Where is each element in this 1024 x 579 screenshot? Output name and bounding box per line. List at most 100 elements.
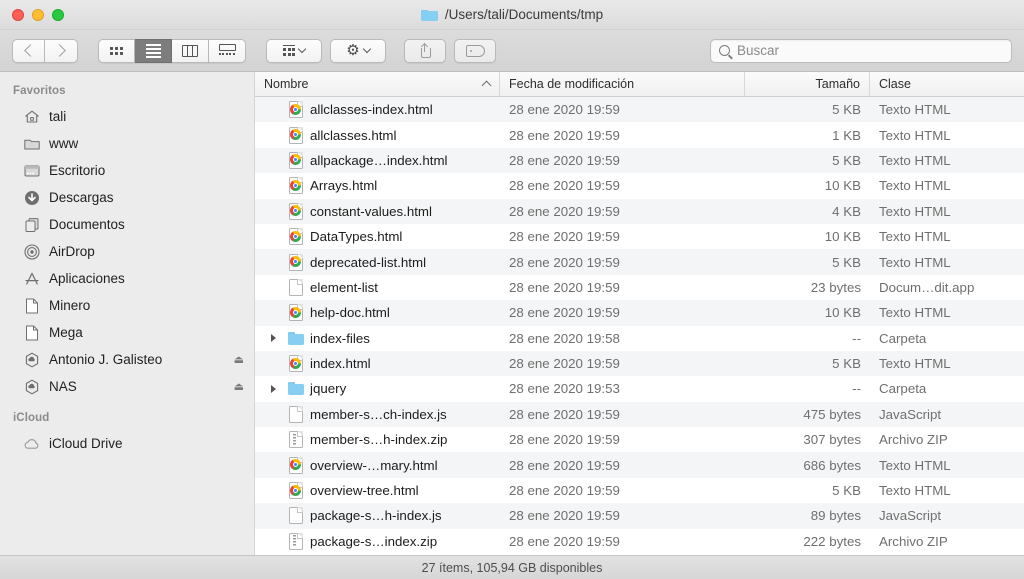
icon-view-button[interactable]: [98, 39, 135, 63]
file-class-cell: JavaScript: [870, 508, 1024, 523]
list-icon: [146, 44, 161, 58]
close-button[interactable]: [12, 9, 24, 21]
file-class-cell: Texto HTML: [870, 229, 1024, 244]
view-mode-segmented-control: [98, 39, 246, 63]
table-row[interactable]: Arrays.html28 ene 2020 19:5910 KBTexto H…: [255, 173, 1024, 198]
disclosure-triangle[interactable]: [265, 334, 281, 342]
file-name-label: allclasses.html: [310, 128, 396, 143]
file-date-cell: 28 ene 2020 19:59: [500, 153, 745, 168]
sidebar-item-label: Mega: [49, 325, 83, 340]
table-row[interactable]: index-files28 ene 2020 19:58--Carpeta: [255, 326, 1024, 351]
action-gear-button[interactable]: ⚙: [330, 39, 386, 63]
file-class-cell: Carpeta: [870, 381, 1024, 396]
file-name-label: index-files: [310, 331, 370, 346]
table-row[interactable]: member-s…ch-index.js28 ene 2020 19:59475…: [255, 402, 1024, 427]
sidebar-item-nas[interactable]: NAS ⏏: [0, 373, 254, 400]
file-name-cell: Arrays.html: [255, 177, 500, 195]
table-row[interactable]: allpackage…index.html28 ene 2020 19:595 …: [255, 148, 1024, 173]
sidebar-item-antonio-j-galisteo[interactable]: Antonio J. Galisteo ⏏: [0, 346, 254, 373]
gear-icon: ⚙: [346, 43, 359, 58]
table-row[interactable]: allclasses.html28 ene 2020 19:591 KBText…: [255, 122, 1024, 147]
table-row[interactable]: help-doc.html28 ene 2020 19:5910 KBTexto…: [255, 300, 1024, 325]
sidebar-item-tali[interactable]: tali: [0, 103, 254, 130]
share-button[interactable]: [404, 39, 446, 63]
sidebar-item-www[interactable]: www: [0, 130, 254, 157]
table-row[interactable]: package-s…index.zip28 ene 2020 19:59222 …: [255, 529, 1024, 554]
tags-button[interactable]: [454, 39, 496, 63]
window-controls: [0, 9, 64, 21]
eject-icon[interactable]: ⏏: [234, 353, 244, 366]
file-date-cell: 28 ene 2020 19:59: [500, 407, 745, 422]
document-icon: [287, 278, 304, 296]
file-date-cell: 28 ene 2020 19:59: [500, 432, 745, 447]
sidebar-item-label: AirDrop: [49, 244, 95, 259]
table-row[interactable]: deprecated-list.html28 ene 2020 19:595 K…: [255, 249, 1024, 274]
eject-icon[interactable]: ⏏: [234, 380, 244, 393]
maximize-button[interactable]: [52, 9, 64, 21]
column-view-button[interactable]: [172, 39, 209, 63]
chrome-html-icon: [287, 482, 304, 500]
search-field[interactable]: Buscar: [710, 39, 1012, 63]
file-name-label: overview-…mary.html: [310, 458, 438, 473]
sidebar-item-label: www: [49, 136, 78, 151]
documents-icon: [23, 216, 40, 233]
file-date-cell: 28 ene 2020 19:59: [500, 178, 745, 193]
grid-icon: [110, 47, 123, 55]
sidebar-item-descargas[interactable]: Descargas: [0, 184, 254, 211]
sidebar-item-label: Escritorio: [49, 163, 105, 178]
sidebar-section-icloud-header: iCloud: [0, 400, 254, 430]
file-class-cell: Texto HTML: [870, 178, 1024, 193]
minimize-button[interactable]: [32, 9, 44, 21]
gallery-view-button[interactable]: [209, 39, 246, 63]
file-size-cell: 10 KB: [745, 229, 870, 244]
sidebar-item-minero[interactable]: Minero: [0, 292, 254, 319]
column-header-name[interactable]: Nombre: [255, 72, 500, 97]
sidebar-item-documentos[interactable]: Documentos: [0, 211, 254, 238]
column-header-date[interactable]: Fecha de modificación: [500, 72, 745, 97]
disclosure-triangle[interactable]: [265, 385, 281, 393]
table-row[interactable]: allclasses-index.html28 ene 2020 19:595 …: [255, 97, 1024, 122]
table-row[interactable]: package-s…h-index.js28 ene 2020 19:5989 …: [255, 503, 1024, 528]
file-date-cell: 28 ene 2020 19:59: [500, 102, 745, 117]
sidebar-item-label: iCloud Drive: [49, 436, 123, 451]
sidebar-item-escritorio[interactable]: Escritorio: [0, 157, 254, 184]
file-name-cell: jquery: [255, 380, 500, 398]
file-name-label: jquery: [310, 381, 346, 396]
title-bar: /Users/tali/Documents/tmp: [0, 0, 1024, 30]
file-size-cell: 23 bytes: [745, 280, 870, 295]
file-class-cell: Texto HTML: [870, 458, 1024, 473]
file-class-cell: Archivo ZIP: [870, 534, 1024, 549]
file-size-cell: 1 KB: [745, 128, 870, 143]
sidebar-item-mega[interactable]: Mega: [0, 319, 254, 346]
table-row[interactable]: overview-…mary.html28 ene 2020 19:59686 …: [255, 452, 1024, 477]
forward-button[interactable]: [45, 39, 78, 63]
sidebar-item-label: Documentos: [49, 217, 125, 232]
list-view-button[interactable]: [135, 39, 172, 63]
file-name-cell: package-s…index.zip: [255, 532, 500, 550]
file-name-label: help-doc.html: [310, 305, 390, 320]
sidebar-item-aplicaciones[interactable]: Aplicaciones: [0, 265, 254, 292]
table-row[interactable]: overview-tree.html28 ene 2020 19:595 KBT…: [255, 478, 1024, 503]
file-name-cell: allclasses-index.html: [255, 101, 500, 119]
table-row[interactable]: member-s…h-index.zip28 ene 2020 19:59307…: [255, 427, 1024, 452]
chrome-html-icon: [287, 355, 304, 373]
sidebar-item-airdrop[interactable]: AirDrop: [0, 238, 254, 265]
table-row[interactable]: index.html28 ene 2020 19:595 KBTexto HTM…: [255, 351, 1024, 376]
table-row[interactable]: jquery28 ene 2020 19:53--Carpeta: [255, 376, 1024, 401]
tag-icon: [466, 45, 485, 57]
file-date-cell: 28 ene 2020 19:59: [500, 483, 745, 498]
column-header-size-label: Tamaño: [816, 77, 860, 91]
chrome-html-icon: [287, 456, 304, 474]
chevron-down-icon: [298, 45, 306, 53]
table-row[interactable]: DataTypes.html28 ene 2020 19:5910 KBText…: [255, 224, 1024, 249]
sidebar-item-icloud-drive[interactable]: iCloud Drive: [0, 430, 254, 457]
file-date-cell: 28 ene 2020 19:59: [500, 356, 745, 371]
chrome-html-icon: [287, 177, 304, 195]
table-row[interactable]: constant-values.html28 ene 2020 19:594 K…: [255, 199, 1024, 224]
chrome-html-icon: [287, 253, 304, 271]
arrange-by-button[interactable]: [266, 39, 322, 63]
table-row[interactable]: element-list28 ene 2020 19:5923 bytesDoc…: [255, 275, 1024, 300]
column-header-class[interactable]: Clase: [870, 72, 1024, 97]
back-button[interactable]: [12, 39, 45, 63]
column-header-size[interactable]: Tamaño: [745, 72, 870, 97]
